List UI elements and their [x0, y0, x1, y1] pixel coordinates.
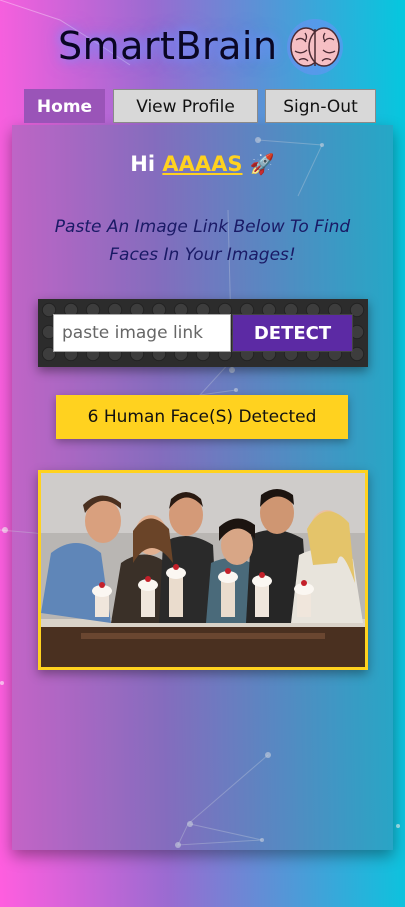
- username-link[interactable]: AAAAS: [162, 152, 242, 176]
- tab-view-profile[interactable]: View Profile: [113, 89, 258, 123]
- image-url-input[interactable]: [53, 314, 231, 352]
- result-image: [38, 470, 368, 670]
- greeting-prefix: Hi: [130, 152, 156, 176]
- main-card: Hi AAAAS 🚀 Paste An Image Link Below To …: [12, 125, 393, 850]
- instructions-text: Paste An Image Link Below To Find Faces …: [54, 217, 351, 265]
- header: SmartBrain: [0, 14, 405, 80]
- greeting: Hi AAAAS 🚀: [12, 152, 393, 176]
- face-count-badge: 6 Human Face(S) Detected: [56, 395, 348, 439]
- brand-title: SmartBrain: [58, 24, 278, 68]
- group-photo-image: [41, 473, 365, 667]
- tab-sign-out[interactable]: Sign-Out: [265, 89, 376, 123]
- tab-home[interactable]: Home: [24, 89, 105, 123]
- rocket-icon: 🚀: [249, 152, 275, 176]
- brain-icon: [287, 19, 343, 75]
- image-link-form: DETECT: [38, 299, 368, 367]
- detect-button[interactable]: DETECT: [232, 314, 353, 352]
